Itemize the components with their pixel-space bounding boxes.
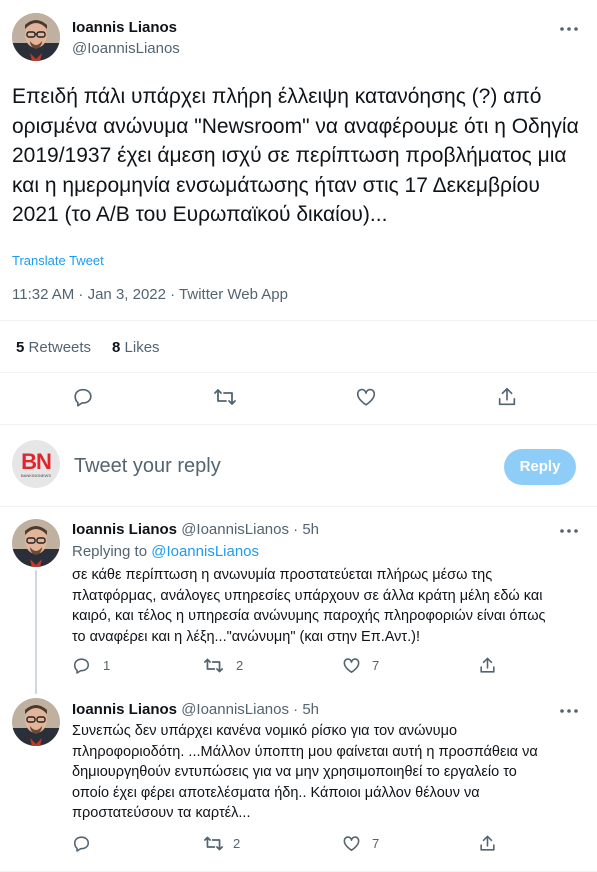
like-icon[interactable] xyxy=(355,386,377,408)
reply-time[interactable]: · 5h xyxy=(293,521,319,538)
reply-text-line: δημιουργηθούν εντυπώσεις για να μην χρησ… xyxy=(72,764,517,780)
likes-stat[interactable]: 8 Likes xyxy=(112,339,160,356)
retweet-icon[interactable] xyxy=(203,656,224,675)
reply-text-line: το αναφέρει και η λέξη..."ανώνυμη" (και … xyxy=(72,628,421,645)
like-count: 7 xyxy=(372,836,380,851)
replying-to-label: Replying to xyxy=(72,543,148,560)
author-handle[interactable]: @IoannisLianos xyxy=(72,40,180,57)
retweet-icon[interactable] xyxy=(213,386,237,408)
reply-text-line: προστατεύσουν τα καρτέλ... xyxy=(72,805,251,821)
reply-icon[interactable] xyxy=(72,656,91,675)
retweet-icon[interactable] xyxy=(203,834,224,853)
replying-to-handle[interactable]: @IoannisLianos xyxy=(151,543,259,560)
composer-avatar[interactable]: BN BANKINGNEWS xyxy=(12,440,60,488)
retweets-count: 5 xyxy=(16,339,25,356)
more-icon[interactable] xyxy=(558,22,580,36)
thread-line xyxy=(35,570,37,694)
author-avatar[interactable] xyxy=(12,13,60,61)
reply-author-name[interactable]: Ioannis Lianos xyxy=(72,521,177,538)
reply-button[interactable]: Reply xyxy=(504,449,576,485)
likes-count: 8 xyxy=(112,339,121,356)
reply-text-line: καιρό, και τέλος η υπηρεσία ανώνυμης παρ… xyxy=(72,608,546,624)
share-icon[interactable] xyxy=(478,656,497,675)
author-photo xyxy=(12,698,60,746)
reply-text: σε κάθε περίπτωση η ανωνυμία προστατεύετ… xyxy=(72,565,584,647)
retweet-count: 2 xyxy=(233,836,241,851)
reply-text-line: οποίο έχει φέρει αποτελέσματα ήδη.. Κάπο… xyxy=(72,784,480,801)
like-icon[interactable] xyxy=(342,656,361,675)
bn-logo-subtext: BANKINGNEWS xyxy=(20,473,51,478)
reply-count: 1 xyxy=(103,658,111,673)
reply-avatar[interactable] xyxy=(12,519,60,567)
reply-text-line: Συνεπώς δεν υπάρχει κανένα νομικό ρίσκο … xyxy=(72,723,458,739)
author-photo xyxy=(12,13,60,61)
reply-author-name[interactable]: Ioannis Lianos xyxy=(72,701,177,718)
reply-time[interactable]: · 5h xyxy=(293,701,319,718)
reply-header: Ioannis Lianos @IoannisLianos · 5h xyxy=(72,701,319,718)
likes-label: Likes xyxy=(124,339,160,356)
translate-tweet-link[interactable]: Translate Tweet xyxy=(12,253,104,268)
more-icon[interactable] xyxy=(558,704,580,718)
tweet-text: Επειδή πάλι υπάρχει πλήρη έλλειψη κατανό… xyxy=(12,85,579,226)
retweet-count: 2 xyxy=(236,658,244,673)
reply-text: Συνεπώς δεν υπάρχει κανένα νομικό ρίσκο … xyxy=(72,721,584,824)
reply-header: Ioannis Lianos @IoannisLianos · 5h xyxy=(72,521,319,538)
retweets-stat[interactable]: 5 Retweets xyxy=(16,339,91,356)
author-name[interactable]: Ioannis Lianos xyxy=(72,19,177,36)
more-icon[interactable] xyxy=(558,524,580,538)
divider xyxy=(0,506,597,507)
reply-icon[interactable] xyxy=(72,386,94,408)
reply-icon[interactable] xyxy=(72,834,91,853)
reply-text-line: πλατφόρμας, ανάλογες υπηρεσίες υπάρχουν … xyxy=(72,587,543,604)
reply-text-line: πληροφοριοδότη. ...Μάλλον ύποπτη μου φαί… xyxy=(72,743,538,760)
replying-to: Replying to @IoannisLianos xyxy=(72,543,259,560)
like-count: 7 xyxy=(372,658,380,673)
bn-logo: BN xyxy=(12,449,60,475)
tweet-timestamp[interactable]: 11:32 AM · Jan 3, 2022 · Twitter Web App xyxy=(12,286,288,303)
share-icon[interactable] xyxy=(496,386,518,408)
divider xyxy=(0,320,597,321)
reply-author-handle[interactable]: @IoannisLianos xyxy=(181,701,289,718)
like-icon[interactable] xyxy=(342,834,361,853)
author-photo xyxy=(12,519,60,567)
share-icon[interactable] xyxy=(478,834,497,853)
bn-logo-text: BN xyxy=(21,449,52,474)
divider xyxy=(0,372,597,373)
reply-input[interactable]: Tweet your reply xyxy=(74,455,474,478)
divider xyxy=(0,424,597,425)
reply-text-line: σε κάθε περίπτωση η ανωνυμία προστατεύετ… xyxy=(72,567,493,583)
retweets-label: Retweets xyxy=(28,339,92,356)
reply-avatar[interactable] xyxy=(12,698,60,746)
reply-author-handle[interactable]: @IoannisLianos xyxy=(181,521,289,538)
